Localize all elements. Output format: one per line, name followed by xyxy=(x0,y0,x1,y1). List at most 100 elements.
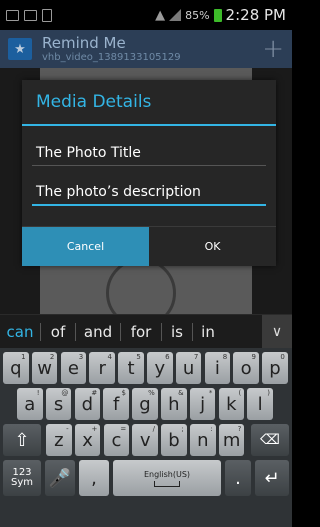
app-subtitle: vhb_video_1389133105129 xyxy=(42,51,181,63)
cancel-button[interactable]: Cancel xyxy=(22,227,149,266)
key-secondary-label: - xyxy=(66,425,69,433)
key-label: i xyxy=(214,357,220,379)
key-r[interactable]: 4r xyxy=(89,352,115,384)
suggestion-item[interactable]: and xyxy=(76,315,120,349)
key-u[interactable]: 7u xyxy=(175,352,202,384)
key-x[interactable]: + x xyxy=(74,424,101,456)
dialog-title: Media Details xyxy=(22,80,276,126)
suggestion-item[interactable]: can xyxy=(0,315,40,349)
add-button[interactable]: + xyxy=(262,34,284,64)
key-secondary-label: ? xyxy=(237,425,242,433)
media-details-dialog: Media Details The Photo Title The photo’… xyxy=(22,80,276,266)
key-secondary-label: 7 xyxy=(193,353,199,361)
key-z[interactable]: -z xyxy=(46,424,72,456)
symbols-label: Sym xyxy=(10,477,33,488)
ok-button[interactable]: OK xyxy=(149,227,276,266)
microphone-icon[interactable]: 🎤 xyxy=(45,460,75,496)
key-label: r xyxy=(98,357,106,379)
soft-keyboard: 1q2w3e4r5t6y7u8i9o0p ! a @ s # d $ f% g & h * j(k) l … xyxy=(0,348,292,527)
key-e[interactable]: 3e xyxy=(60,352,87,384)
key-s[interactable]: @ s xyxy=(45,388,72,420)
title-input[interactable]: The Photo Title xyxy=(32,138,266,166)
app-title: Remind Me xyxy=(42,34,126,53)
key-secondary-label: ; xyxy=(181,425,184,433)
key-secondary-label: ! xyxy=(36,389,40,397)
app-logo-icon[interactable]: ★ xyxy=(8,38,32,60)
key-secondary-label: 5 xyxy=(136,353,141,361)
status-bar: ▲ 85% 2:28 PM xyxy=(0,0,292,30)
space-bar-icon xyxy=(154,480,180,487)
key-y[interactable]: 6y xyxy=(147,352,173,384)
comma-key[interactable]: , xyxy=(79,460,109,496)
space-key[interactable]: English(US) xyxy=(113,460,221,496)
key-f[interactable]: $ f xyxy=(103,388,129,420)
key-label: z xyxy=(54,429,64,451)
clock: 2:28 PM xyxy=(225,6,286,24)
suggestion-item[interactable]: of xyxy=(41,315,75,349)
signal-icon xyxy=(169,9,182,21)
key-label: y xyxy=(154,357,166,379)
key-secondary-label: * xyxy=(208,389,213,397)
description-input[interactable]: The photo’s description xyxy=(32,178,266,206)
key-secondary-label: & xyxy=(178,389,184,397)
key-secondary-label: 9 xyxy=(251,353,256,361)
key-l[interactable]: ) l xyxy=(247,388,273,420)
key-a[interactable]: ! a xyxy=(17,388,43,420)
wifi-icon: ▲ xyxy=(155,7,166,23)
suggestion-item[interactable]: for xyxy=(121,315,161,349)
key-secondary-label: 0 xyxy=(280,353,285,361)
key-p[interactable]: 0p xyxy=(262,352,288,384)
key-n[interactable]: :n xyxy=(190,424,216,456)
key-label: v xyxy=(139,429,151,451)
keyboard-notification-icon xyxy=(24,9,37,21)
key-label: p xyxy=(269,357,281,379)
key-secondary-label: ) xyxy=(267,389,270,397)
key-label: u xyxy=(182,357,195,379)
key-secondary-label: # xyxy=(91,389,98,397)
key-secondary-label: $ xyxy=(121,389,126,397)
key-label: l xyxy=(257,393,263,415)
key-o[interactable]: 9o xyxy=(233,352,259,384)
key-g[interactable]: % g xyxy=(132,388,158,420)
key-d[interactable]: # d xyxy=(74,388,101,420)
key-secondary-label: ( xyxy=(238,389,242,397)
key-label: n xyxy=(197,429,209,451)
key-v[interactable]: / v xyxy=(132,424,158,456)
sd-card-icon xyxy=(42,8,52,22)
key-q[interactable]: 1q xyxy=(3,352,29,384)
symbols-key[interactable]: 123 Sym xyxy=(3,460,41,496)
key-secondary-label: 1 xyxy=(21,353,26,361)
chevron-down-icon[interactable]: ∨ xyxy=(262,314,292,349)
suggestion-item[interactable]: in xyxy=(193,315,223,349)
key-label: a xyxy=(24,393,36,415)
key-label: t xyxy=(127,357,135,379)
battery-percent: 85% xyxy=(185,8,210,22)
key-b[interactable]: ; b xyxy=(161,424,187,456)
enter-key[interactable]: ↵ xyxy=(255,460,289,496)
key-label: e xyxy=(67,357,79,379)
key-label: b xyxy=(168,429,180,451)
language-label: English(US) xyxy=(143,469,191,479)
key-h[interactable]: & h xyxy=(161,388,187,420)
key-k[interactable]: (k xyxy=(218,388,245,420)
key-secondary-label: 3 xyxy=(78,353,84,361)
shift-key[interactable]: ⇧ xyxy=(3,424,41,456)
key-t[interactable]: 5t xyxy=(118,352,144,384)
key-label: q xyxy=(10,357,22,379)
key-secondary-label: 6 xyxy=(165,353,170,361)
key-j[interactable]: * j xyxy=(189,388,216,420)
key-i[interactable]: 8i xyxy=(204,352,231,384)
backspace-key[interactable]: ⌫ xyxy=(251,424,289,456)
image-notification-icon xyxy=(6,9,19,21)
key-secondary-label: : xyxy=(210,425,213,433)
key-secondary-label: = xyxy=(120,425,127,433)
period-key[interactable]: . xyxy=(225,460,251,496)
key-w[interactable]: 2w xyxy=(31,352,58,384)
suggestion-item[interactable]: is xyxy=(162,315,192,349)
action-bar: ★ Remind Me vhb_video_1389133105129 + xyxy=(0,30,292,68)
key-secondary-label: + xyxy=(91,425,98,433)
key-m[interactable]: ? m xyxy=(218,424,245,456)
key-c[interactable]: = c xyxy=(103,424,130,456)
battery-icon xyxy=(213,8,222,22)
suggestion-bar: can of and for is in ∨ xyxy=(0,314,292,349)
